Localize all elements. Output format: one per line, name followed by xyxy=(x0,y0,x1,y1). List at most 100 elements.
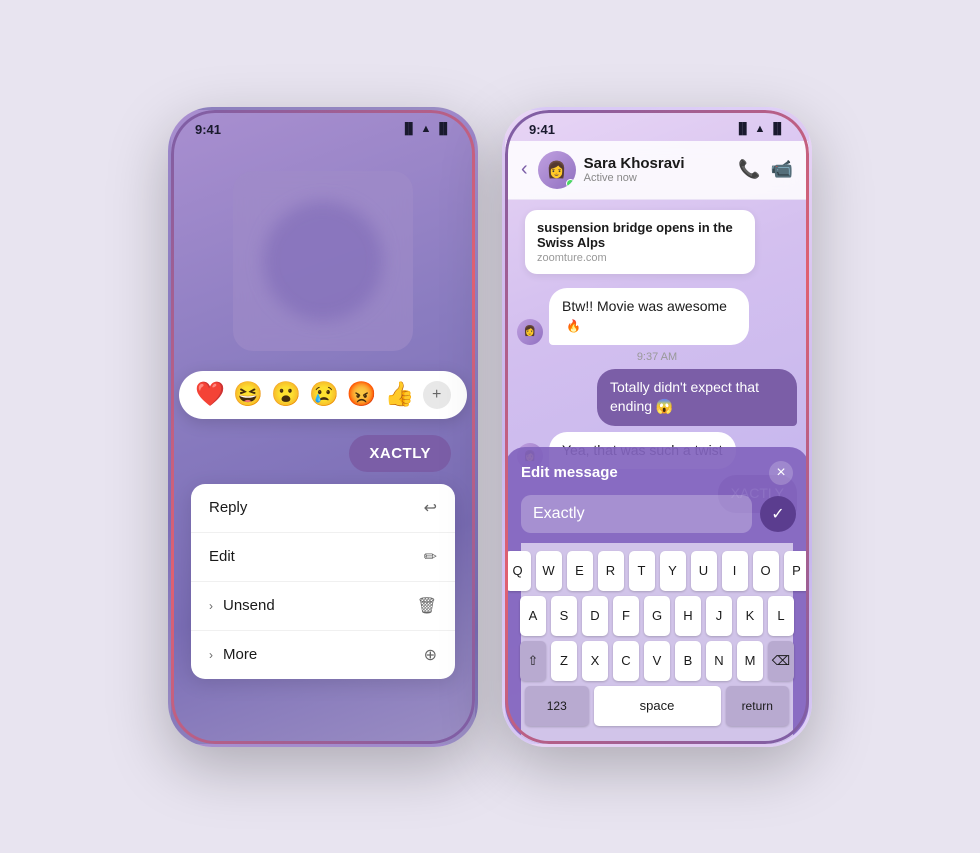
blurred-avatar-area xyxy=(233,171,413,351)
edit-modal-title: Edit message xyxy=(521,464,618,481)
bubble-totally: Totally didn't expect that ending 😱 xyxy=(597,369,797,426)
link-domain: zoomture.com xyxy=(537,252,743,264)
more-dots-icon: ⊕ xyxy=(424,645,437,665)
key-t[interactable]: T xyxy=(629,551,655,591)
key-123[interactable]: 123 xyxy=(525,686,589,726)
reaction-wow[interactable]: 😮 xyxy=(271,383,301,407)
keyboard-row-4: 123 space return xyxy=(525,686,789,726)
menu-item-more[interactable]: › More ⊕ xyxy=(191,631,455,679)
key-k[interactable]: K xyxy=(737,596,763,636)
key-o[interactable]: O xyxy=(753,551,779,591)
key-return[interactable]: return xyxy=(726,686,790,726)
key-u[interactable]: U xyxy=(691,551,717,591)
key-b[interactable]: B xyxy=(675,641,701,681)
status-bar-right: 9:41 ▐▌ ▲ ▐▌ xyxy=(505,110,809,141)
key-shift[interactable]: ⇧ xyxy=(520,641,546,681)
edit-modal-header: Edit message × xyxy=(521,461,793,485)
key-j[interactable]: J xyxy=(706,596,732,636)
left-phone: 9:41 ▐▌ ▲ ▐▌ ❤️ 😆 😮 😢 😡 👍 + XACTLY Reply… xyxy=(168,107,478,747)
key-n[interactable]: N xyxy=(706,641,732,681)
key-v[interactable]: V xyxy=(644,641,670,681)
online-indicator xyxy=(566,179,575,188)
wifi-icon-r: ▲ xyxy=(755,123,766,135)
msg-avatar-sara: 👩 xyxy=(517,319,543,345)
contact-info: Sara Khosravi Active now xyxy=(584,155,730,184)
msg-emoji-fire: 🔥 xyxy=(566,319,581,333)
xactly-sent-bubble: XACTLY xyxy=(349,435,451,472)
edit-submit-button[interactable]: ✓ xyxy=(760,496,796,532)
key-p[interactable]: P xyxy=(784,551,810,591)
keyboard-row-1: Q W E R T Y U I O P xyxy=(525,551,789,591)
time-right: 9:41 xyxy=(529,122,555,137)
right-phone: 9:41 ▐▌ ▲ ▐▌ ‹ 👩 Sara Khosravi Active no… xyxy=(502,107,812,747)
reaction-angry[interactable]: 😡 xyxy=(347,383,377,407)
msg-text-btw: Btw!! Movie was awesome xyxy=(562,298,727,314)
edit-input-row: ✓ xyxy=(521,495,793,533)
menu-more-label: More xyxy=(223,646,257,663)
context-menu: Reply ↩ Edit ✏ › Unsend 🗑 › More ⊕ xyxy=(191,484,455,679)
menu-item-reply[interactable]: Reply ↩ xyxy=(191,484,455,533)
reply-icon: ↩ xyxy=(424,498,437,518)
keyboard: Q W E R T Y U I O P A S D F G H xyxy=(521,543,793,735)
video-call-icon[interactable]: 📹 xyxy=(771,159,793,180)
timestamp-937: 9:37 AM xyxy=(517,351,797,363)
back-button[interactable]: ‹ xyxy=(521,158,528,181)
key-h[interactable]: H xyxy=(675,596,701,636)
status-bar-left: 9:41 ▐▌ ▲ ▐▌ xyxy=(171,110,475,141)
phone-call-icon[interactable]: 📞 xyxy=(738,159,760,180)
edit-pencil-icon: ✏ xyxy=(424,547,437,567)
reaction-more-button[interactable]: + xyxy=(423,381,451,409)
key-c[interactable]: C xyxy=(613,641,639,681)
contact-name: Sara Khosravi xyxy=(584,155,730,172)
key-d[interactable]: D xyxy=(582,596,608,636)
time-left: 9:41 xyxy=(195,122,221,137)
emoji-keyboard-icon[interactable]: ☺ xyxy=(541,744,561,747)
key-w[interactable]: W xyxy=(536,551,562,591)
key-l[interactable]: L xyxy=(768,596,794,636)
key-s[interactable]: S xyxy=(551,596,577,636)
reaction-cry[interactable]: 😢 xyxy=(309,383,339,407)
keyboard-row-2: A S D F G H J K L xyxy=(525,596,789,636)
key-z[interactable]: Z xyxy=(551,641,577,681)
menu-item-edit[interactable]: Edit ✏ xyxy=(191,533,455,582)
chat-header: ‹ 👩 Sara Khosravi Active now 📞 📹 xyxy=(505,141,809,200)
wifi-icon: ▲ xyxy=(421,123,432,135)
key-m[interactable]: M xyxy=(737,641,763,681)
edit-close-button[interactable]: × xyxy=(769,461,793,485)
battery-icon: ▐▌ xyxy=(435,123,451,135)
key-f[interactable]: F xyxy=(613,596,639,636)
contact-avatar: 👩 xyxy=(538,151,576,189)
key-y[interactable]: Y xyxy=(660,551,686,591)
link-preview-card[interactable]: suspension bridge opens in the Swiss Alp… xyxy=(525,210,755,274)
mic-icon[interactable]: 🎤 xyxy=(748,743,773,747)
edit-message-modal: Edit message × ✓ Q W E R T Y U I O xyxy=(505,447,809,747)
unsend-chevron-icon: › xyxy=(209,599,213,613)
edit-text-input[interactable] xyxy=(521,495,752,533)
status-icons-left: ▐▌ ▲ ▐▌ xyxy=(401,123,451,135)
reaction-bar: ❤️ 😆 😮 😢 😡 👍 + xyxy=(179,371,466,419)
key-space[interactable]: space xyxy=(594,686,721,726)
menu-item-unsend[interactable]: › Unsend 🗑 xyxy=(191,582,455,631)
bubble-btw: Btw!! Movie was awesome 🔥 xyxy=(549,288,749,345)
key-a[interactable]: A xyxy=(520,596,546,636)
key-e[interactable]: E xyxy=(567,551,593,591)
signal-icon-r: ▐▌ xyxy=(735,123,751,135)
menu-edit-label: Edit xyxy=(209,548,235,565)
menu-unsend-label: Unsend xyxy=(223,597,275,614)
reaction-heart[interactable]: ❤️ xyxy=(195,383,225,407)
battery-icon-r: ▐▌ xyxy=(769,123,785,135)
reaction-laugh[interactable]: 😆 xyxy=(233,383,263,407)
key-backspace[interactable]: ⌫ xyxy=(768,641,794,681)
msg-text-totally: Totally didn't expect that ending 😱 xyxy=(610,379,759,415)
contact-status: Active now xyxy=(584,172,730,184)
chat-content: suspension bridge opens in the Swiss Alp… xyxy=(505,200,809,747)
key-r[interactable]: R xyxy=(598,551,624,591)
header-actions: 📞 📹 xyxy=(738,159,793,180)
key-q[interactable]: Q xyxy=(505,551,531,591)
reaction-thumbs-up[interactable]: 👍 xyxy=(385,383,415,407)
msg-row-totally: Totally didn't expect that ending 😱 xyxy=(517,369,797,426)
status-icons-right: ▐▌ ▲ ▐▌ xyxy=(735,123,785,135)
key-i[interactable]: I xyxy=(722,551,748,591)
key-g[interactable]: G xyxy=(644,596,670,636)
key-x[interactable]: X xyxy=(582,641,608,681)
